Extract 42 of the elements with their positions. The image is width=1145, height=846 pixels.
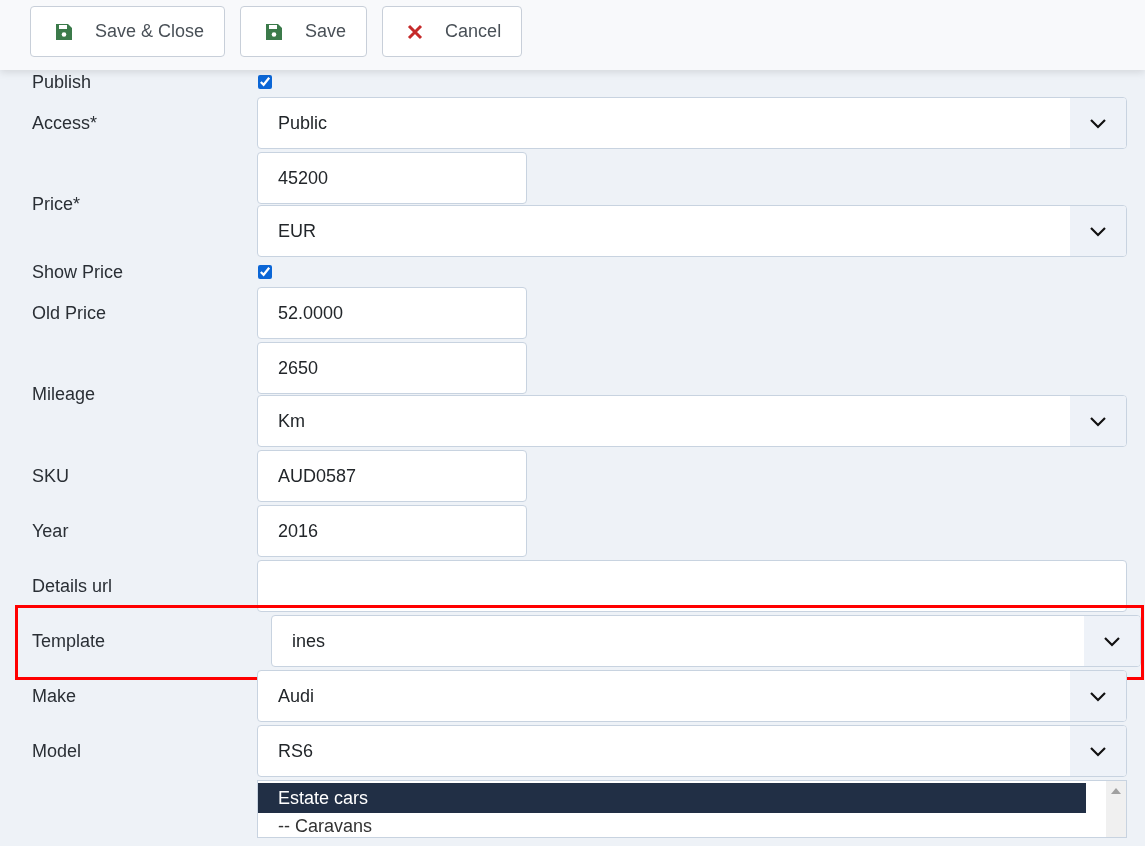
input-field[interactable]: AUD0587: [257, 450, 527, 502]
select-field[interactable]: EUR: [257, 205, 1127, 257]
field-label: Show Price: [32, 261, 124, 283]
field-label: SKU: [32, 465, 69, 487]
list-option[interactable]: -- Caravans: [258, 813, 1086, 837]
field-label: Details url: [32, 575, 113, 597]
chevron-down-icon: [1089, 690, 1107, 702]
field-label: Model: [32, 740, 82, 762]
save-icon: [265, 22, 284, 41]
close-icon: [407, 23, 424, 40]
field-label: Access*: [32, 112, 98, 134]
input-field[interactable]: 52.0000: [257, 287, 527, 339]
scroll-up-icon: [1110, 787, 1122, 795]
list-option[interactable]: Estate cars: [258, 783, 1086, 813]
chevron-down-icon: [1089, 415, 1107, 427]
input-field[interactable]: 2650: [257, 342, 527, 394]
input-field[interactable]: 45200: [257, 152, 527, 204]
field-label: Mileage: [32, 384, 96, 405]
select-field[interactable]: Audi: [257, 670, 1127, 722]
chevron-down-icon: [1089, 117, 1107, 129]
select-field[interactable]: Public: [257, 97, 1127, 149]
checkbox[interactable]: [258, 75, 272, 89]
select-field[interactable]: RS6: [257, 725, 1127, 777]
save-button[interactable]: Save & Close: [30, 6, 226, 57]
field-label: Price*: [32, 194, 80, 215]
select-field[interactable]: Km: [257, 395, 1127, 447]
save-icon: [55, 22, 73, 41]
field-label: Publish: [32, 71, 92, 93]
field-label: Template: [32, 630, 106, 652]
scrollbar[interactable]: [1106, 781, 1126, 837]
select-field[interactable]: ines: [271, 615, 1141, 667]
cancel-button[interactable]: Cancel: [382, 6, 523, 57]
field-label: Old Price: [32, 302, 107, 324]
input-field[interactable]: 2016: [257, 505, 527, 557]
chevron-down-icon: [1089, 225, 1107, 237]
field-label: Year: [32, 520, 69, 542]
chevron-down-icon: [1103, 635, 1121, 647]
input-field[interactable]: [257, 560, 1127, 612]
checkbox[interactable]: [258, 265, 272, 279]
field-label: Make: [32, 685, 76, 707]
chevron-down-icon: [1089, 745, 1107, 757]
save-button[interactable]: Save: [240, 6, 368, 57]
